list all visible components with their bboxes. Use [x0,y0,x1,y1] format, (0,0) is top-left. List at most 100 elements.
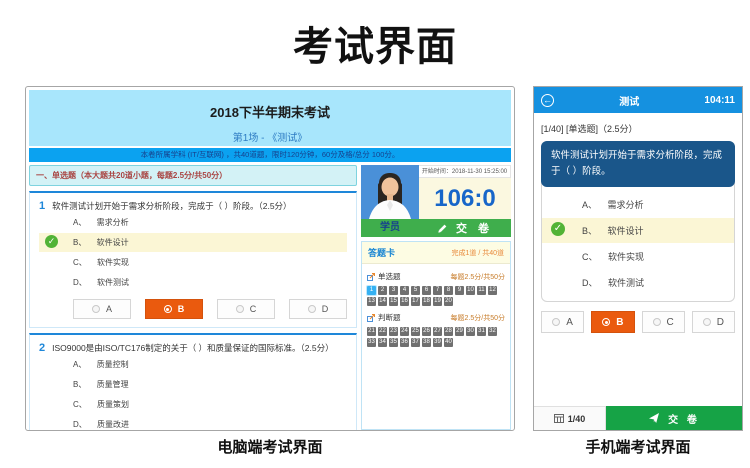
question-text: 软件测试计划开始于需求分析阶段，完成于（ ）阶段。（2.5分） [52,200,291,212]
question-number-25[interactable]: 25 [411,327,420,336]
exam-side-panel: 学员 开始时间：2018-11-30 15:25:00 106:0 交 [361,165,511,431]
answer-card-progress: 完成1道 / 共40道 [451,248,504,258]
countdown-timer: 106:0 [419,178,511,219]
question-card-2: 2 ISO9000是由ISO/TC176制定的关于（ ）和质量保证的国际标准。（… [29,333,357,431]
question-number-13[interactable]: 13 [367,297,376,306]
question-number-36[interactable]: 36 [400,338,409,347]
question-number-11[interactable]: 11 [477,286,486,295]
question-number-26[interactable]: 26 [422,327,431,336]
question-number-7[interactable]: 7 [433,286,442,295]
answer-button-a[interactable]: A [541,311,584,333]
answer-card-toggle[interactable]: 1/40 [534,406,606,430]
question-number-29[interactable]: 29 [455,327,464,336]
answer-button-d[interactable]: D [692,311,735,333]
question-number-grid-judge: 212223242526272829303132 3334353637383940 [367,327,505,347]
question-number-38[interactable]: 38 [422,338,431,347]
question-number-14[interactable]: 14 [378,297,387,306]
submit-button[interactable]: 交 卷 [606,406,742,430]
section-label-single-choice: 单选题 [367,271,401,282]
question-number-21[interactable]: 21 [367,327,376,336]
question-number-4[interactable]: 4 [400,286,409,295]
question-number-30[interactable]: 30 [466,327,475,336]
question-number-34[interactable]: 34 [378,338,387,347]
answer-button-c[interactable]: C [642,311,685,333]
option-b[interactable]: ✓ B、 质量管理 [39,375,347,394]
question-number-1[interactable]: 1 [367,286,376,295]
question-meta: [1/40] [单选题]（2.5分） [541,122,735,135]
option-d[interactable]: ✓ D、 软件测试 [39,273,347,292]
option-c[interactable]: ✓ C、 质量策划 [39,395,347,414]
option-text: 质量管理 [97,380,129,389]
question-number-31[interactable]: 31 [477,327,486,336]
question-number-3[interactable]: 3 [389,286,398,295]
question-number-15[interactable]: 15 [389,297,398,306]
answer-card: 答题卡 完成1道 / 共40道 单选题 每 [361,241,511,430]
page-title: 考试界面 [0,14,750,72]
question-number-28[interactable]: 28 [444,327,453,336]
option-text: 软件设计 [608,226,644,236]
back-icon[interactable]: ← [541,94,554,107]
desktop-caption: 电脑端考试界面 [25,436,515,457]
question-number-16[interactable]: 16 [400,297,409,306]
question-number-grid-single: 1234567891011121314151617181920 [367,286,505,306]
question-number-12[interactable]: 12 [488,286,497,295]
paper-plane-icon [648,412,660,424]
question-number-18[interactable]: 18 [422,297,431,306]
option-text: 软件实现 [608,252,644,262]
option-c[interactable]: ✓ C、 软件实现 [39,253,347,272]
question-number-8[interactable]: 8 [444,286,453,295]
answer-button-b[interactable]: B [145,299,203,319]
question-number-27[interactable]: 27 [433,327,442,336]
option-b[interactable]: ✓ B、 软件设计 [39,233,347,252]
question-number-33[interactable]: 33 [367,338,376,347]
question-card-1: 1 软件测试计划开始于需求分析阶段，完成于（ ）阶段。（2.5分） ✓ A、 需… [29,191,357,328]
option-a[interactable]: ✓ A、 质量控制 [39,355,347,374]
option-a[interactable]: ✓ A、 需求分析 [39,213,347,232]
option-text: 需求分析 [608,200,644,210]
option-text: 软件设计 [97,238,129,247]
question-number-9[interactable]: 9 [455,286,464,295]
option-d[interactable]: ✓ D、 质量改进 [39,415,347,431]
question-number-17[interactable]: 17 [411,297,420,306]
answer-button-b[interactable]: B [591,311,634,333]
question-number-20[interactable]: 20 [444,297,453,306]
question-number-5[interactable]: 5 [411,286,420,295]
question-number-24[interactable]: 24 [400,327,409,336]
question-number-22[interactable]: 22 [378,327,387,336]
question-number-37[interactable]: 37 [411,338,420,347]
option-a[interactable]: ✓ A、 需求分析 [542,192,734,217]
student-photo [361,165,419,219]
section-icon [367,273,375,281]
question-number: 2 [39,342,45,354]
option-b[interactable]: ✓ B、 软件设计 [542,218,734,243]
question-number-40[interactable]: 40 [444,338,453,347]
desktop-exam-panel: 2018下半年期末考试 第1场 - 《测试》 本卷所属学科 (IT/互联网) ，… [25,86,515,431]
check-icon: ✓ [551,222,565,236]
option-d[interactable]: ✓ D、 软件测试 [542,270,734,295]
question-number-2[interactable]: 2 [378,286,387,295]
section-score: 每题2.5分/共50分 [451,272,505,282]
question-number-10[interactable]: 10 [466,286,475,295]
question-number-39[interactable]: 39 [433,338,442,347]
radio-icon [308,305,316,313]
question-number: 1 [39,200,45,212]
radio-icon [164,305,172,313]
section-label-true-false: 判断题 [367,312,401,323]
question-number-23[interactable]: 23 [389,327,398,336]
answer-button-d[interactable]: D [289,299,347,319]
answer-button-a[interactable]: A [73,299,131,319]
mobile-countdown-timer: 104:11 [704,95,735,106]
question-number-19[interactable]: 19 [433,297,442,306]
student-role-label: 学员 [361,219,419,237]
option-c[interactable]: ✓ C、 软件实现 [542,244,734,269]
section-score: 每题2.5分/共50分 [451,313,505,323]
section-icon [367,314,375,322]
answer-button-c[interactable]: C [217,299,275,319]
mobile-caption: 手机端考试界面 [533,436,743,457]
question-number-35[interactable]: 35 [389,338,398,347]
pencil-icon [437,223,448,234]
question-number-6[interactable]: 6 [422,286,431,295]
submit-button[interactable]: 交 卷 [419,219,511,237]
answer-card-title: 答题卡 [368,246,395,259]
question-number-32[interactable]: 32 [488,327,497,336]
